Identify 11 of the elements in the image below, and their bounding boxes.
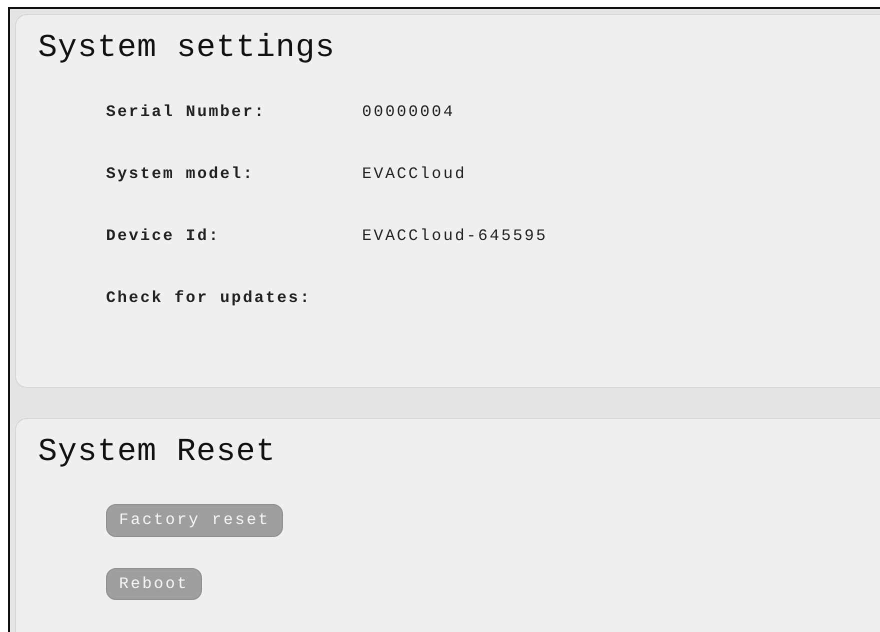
action-button[interactable]: Reboot (106, 568, 202, 600)
field-label: System model: (106, 164, 256, 186)
action-button[interactable]: Factory reset (106, 504, 283, 537)
section-title: System Reset (38, 433, 277, 472)
section-title: System settings (38, 29, 336, 68)
field-value: EVACCloud (362, 164, 466, 186)
field-value: 00000004 (362, 102, 455, 124)
field-label: Serial Number: (106, 102, 267, 124)
field-label: Check for updates: (106, 288, 312, 310)
field-label: Device Id: (106, 226, 222, 248)
field-value: EVACCloud-645595 (362, 226, 548, 248)
